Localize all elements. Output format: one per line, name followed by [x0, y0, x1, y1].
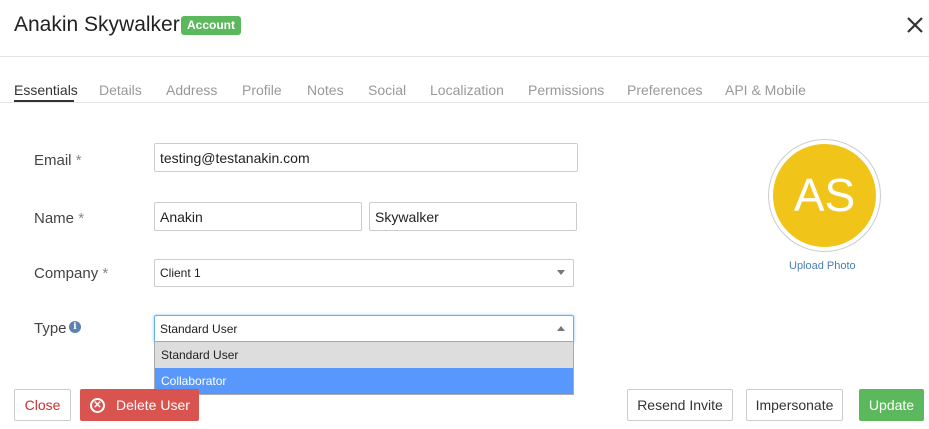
chevron-down-icon — [557, 270, 565, 275]
tab-address[interactable]: Address — [166, 82, 217, 98]
close-circle-icon: ✕ — [90, 398, 105, 413]
avatar: AS — [768, 139, 881, 252]
delete-user-label: Delete User — [116, 397, 190, 413]
company-select[interactable]: Client 1 — [154, 259, 574, 287]
close-button[interactable]: Close — [14, 389, 71, 421]
first-name-field[interactable] — [154, 202, 362, 231]
company-select-value: Client 1 — [160, 266, 201, 280]
type-select[interactable]: Standard User — [154, 315, 574, 343]
resend-invite-button[interactable]: Resend Invite — [627, 389, 733, 421]
close-x-icon[interactable] — [903, 13, 927, 37]
page-title: Anakin Skywalker — [14, 13, 180, 36]
tab-preferences[interactable]: Preferences — [627, 82, 702, 98]
tab-permissions[interactable]: Permissions — [528, 82, 604, 98]
type-option-standard-user[interactable]: Standard User — [155, 342, 573, 368]
account-badge: Account — [181, 16, 241, 35]
email-required-mark: * — [75, 152, 82, 169]
update-button[interactable]: Update — [859, 389, 924, 421]
email-label: Email * — [34, 152, 82, 169]
active-tab-indicator — [14, 100, 74, 102]
company-required-mark: * — [102, 265, 109, 282]
tab-bar: Essentials Details Address Profile Notes… — [0, 79, 929, 103]
upload-photo-link[interactable]: Upload Photo — [789, 260, 856, 272]
avatar-initials: AS — [773, 144, 876, 247]
delete-user-button[interactable]: ✕ Delete User — [80, 389, 199, 421]
type-select-value: Standard User — [160, 322, 238, 336]
type-option-collaborator[interactable]: Collaborator — [155, 368, 573, 394]
tab-social[interactable]: Social — [368, 82, 406, 98]
tab-api-mobile[interactable]: API & Mobile — [725, 82, 806, 98]
name-required-mark: * — [78, 210, 85, 227]
tab-profile[interactable]: Profile — [242, 82, 282, 98]
type-dropdown-list: Standard User Collaborator — [154, 341, 574, 395]
tab-localization[interactable]: Localization — [430, 82, 504, 98]
tab-details[interactable]: Details — [99, 82, 142, 98]
tab-notes[interactable]: Notes — [307, 82, 344, 98]
type-label: Type — [34, 320, 67, 337]
name-label: Name * — [34, 210, 84, 227]
name-label-text: Name — [34, 210, 75, 227]
info-icon[interactable]: i — [69, 321, 81, 333]
impersonate-button[interactable]: Impersonate — [746, 389, 843, 421]
chevron-up-icon — [557, 326, 565, 331]
modal-header: Anakin Skywalker Account — [0, 0, 929, 57]
tab-essentials[interactable]: Essentials — [14, 82, 78, 98]
company-label: Company * — [34, 265, 108, 282]
type-label-text: Type — [34, 320, 67, 337]
email-label-text: Email — [34, 152, 72, 169]
email-field[interactable] — [154, 143, 578, 172]
company-label-text: Company — [34, 265, 99, 282]
last-name-field[interactable] — [369, 202, 577, 231]
